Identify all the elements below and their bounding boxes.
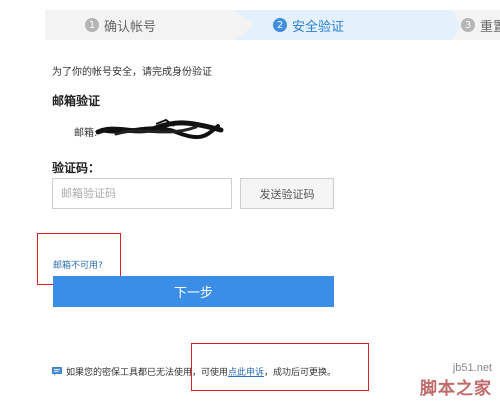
email-unavailable-link[interactable]: 邮箱不可用? bbox=[53, 258, 103, 271]
comment-icon bbox=[52, 367, 62, 376]
send-code-button[interactable]: 发送验证码 bbox=[240, 178, 334, 209]
watermark-site: jb51.net bbox=[452, 362, 492, 374]
step-security-verify: 2 安全验证 bbox=[233, 10, 471, 40]
watermark-name: 脚本之家 bbox=[420, 379, 492, 399]
highlight-box bbox=[191, 343, 369, 391]
email-section-title: 邮箱验证 bbox=[52, 94, 101, 108]
code-section-title: 验证码： bbox=[52, 161, 101, 175]
email-label: 邮箱: bbox=[74, 128, 98, 139]
intro-text: 为了你的帐号安全，请完成身份验证 bbox=[52, 67, 212, 78]
step-number: 3 bbox=[461, 18, 475, 32]
step-progress-bar: 1 确认帐号 2 安全验证 3 重置 bbox=[45, 10, 500, 40]
step-label: 重置 bbox=[480, 19, 500, 35]
step-number: 1 bbox=[85, 18, 99, 32]
watermark: jb51.net 脚本之家 bbox=[420, 362, 492, 399]
next-step-button[interactable]: 下一步 bbox=[53, 276, 334, 307]
step-number: 2 bbox=[273, 18, 287, 32]
verification-code-input[interactable] bbox=[52, 178, 232, 209]
step-label: 安全验证 bbox=[292, 19, 345, 35]
step-confirm-account: 1 确认帐号 bbox=[45, 10, 255, 40]
redacted-email-scribble bbox=[96, 118, 224, 140]
step-label: 确认帐号 bbox=[104, 19, 157, 35]
